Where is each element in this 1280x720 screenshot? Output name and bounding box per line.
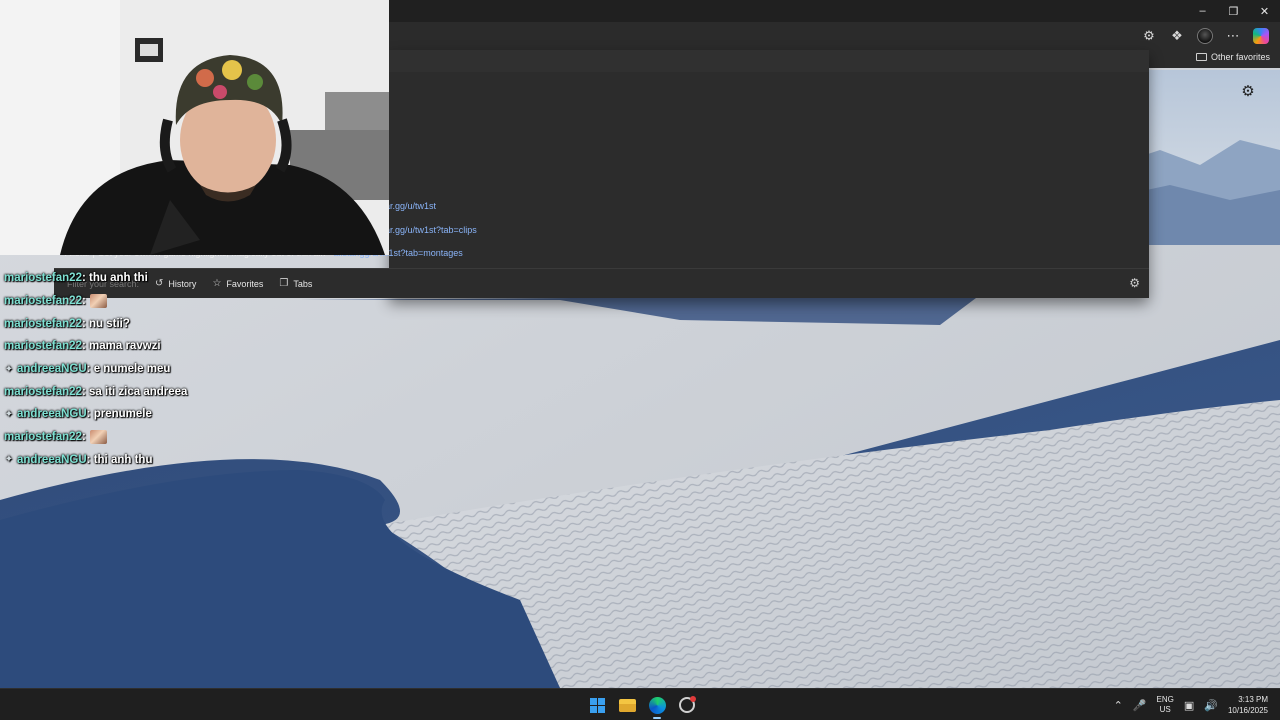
chat-message: mariostefan22:	[4, 290, 364, 313]
chat-message: mariostefan22: thu anh thi	[4, 272, 148, 285]
chat-text: thu anh thi	[89, 272, 148, 285]
emote-icon	[89, 430, 107, 445]
chat-username: mariostefan22	[4, 295, 82, 308]
chat-username: mariostefan22	[4, 385, 82, 398]
clock-time: 3:13 PM	[1238, 695, 1268, 704]
chat-message: ✦ andreeaNGU: thi anh thu	[4, 453, 153, 466]
clock[interactable]: 3:13 PM 10/16/2025	[1228, 694, 1268, 716]
microphone-icon[interactable]: 🎤	[1133, 699, 1147, 712]
minimize-icon[interactable]: –	[1187, 0, 1218, 22]
region-code: US	[1159, 705, 1171, 714]
emote-icon	[89, 294, 107, 309]
dropdown-settings-icon[interactable]: ⚙	[1129, 276, 1140, 290]
running-indicator	[653, 717, 661, 719]
chat-username: andreeaNGU	[17, 363, 87, 376]
browser-titlebar: – ❐ ✕	[389, 0, 1280, 22]
webcam-image	[0, 0, 389, 255]
chat-username: mariostefan22	[4, 340, 82, 353]
chat-message: ✦ andreeaNGU: e numele meu	[4, 363, 171, 376]
profile-avatar[interactable]	[1194, 26, 1216, 46]
restore-icon[interactable]: ❐	[1218, 0, 1249, 22]
network-icon[interactable]: ▣	[1184, 699, 1194, 712]
chat-overlay: mariostefan22: thu anh thi mariostefan22…	[4, 267, 364, 471]
window-controls: – ❐ ✕	[1187, 0, 1280, 22]
user-badge-icon: ✦	[4, 363, 14, 375]
chevron-up-icon[interactable]: ⌃	[1114, 699, 1123, 712]
chat-text: mama ravwzi	[89, 340, 161, 353]
page-settings-gear-icon[interactable]: ⚙	[1239, 82, 1257, 100]
user-badge-icon: ✦	[4, 408, 14, 420]
taskbar: ⌃ 🎤 ENG US ▣ 🔊 3:13 PM 10/16/2025	[0, 688, 1280, 720]
file-explorer-icon[interactable]	[616, 694, 638, 716]
chat-username: mariostefan22	[4, 272, 82, 285]
more-icon[interactable]: ⋯	[1222, 26, 1244, 46]
chat-username: mariostefan22	[4, 317, 82, 330]
suggestion-link[interactable]: ar.gg/u/tw1st?tab=clips	[385, 225, 477, 235]
suggestion-link[interactable]: ar.gg/u/tw1st	[385, 201, 436, 211]
language-indicator[interactable]: ENG US	[1157, 695, 1174, 715]
chat-message: mariostefan22: sa iti zica andreea	[4, 385, 188, 398]
clock-date: 10/16/2025	[1227, 706, 1268, 715]
windows-start-icon[interactable]	[586, 694, 608, 716]
chat-text: e numele meu	[93, 363, 171, 376]
chat-message: mariostefan22: mama ravwzi	[4, 340, 161, 353]
notification-dot	[690, 696, 696, 702]
collections-icon[interactable]: ❖	[1166, 26, 1188, 46]
extensions-icon[interactable]: ⚙	[1138, 26, 1160, 46]
chat-username: andreeaNGU	[17, 408, 87, 421]
volume-icon[interactable]: 🔊	[1204, 699, 1218, 712]
chat-username: andreeaNGU	[17, 453, 87, 466]
close-icon[interactable]: ✕	[1249, 0, 1280, 22]
chat-text: sa iti zica andreea	[89, 385, 188, 398]
chat-message: mariostefan22:	[4, 426, 364, 449]
user-badge-icon: ✦	[4, 454, 14, 466]
chat-message: mariostefan22: nu stii?	[4, 317, 130, 330]
app-icon[interactable]	[676, 694, 698, 716]
browser-toolbar: ⚙ ❖ ⋯	[389, 22, 1280, 50]
dropdown-header	[389, 50, 1149, 72]
chat-text: prenumele	[93, 408, 152, 421]
copilot-icon[interactable]	[1250, 26, 1272, 46]
chat-username: mariostefan22	[4, 431, 82, 444]
chat-text: thi anh thu	[93, 453, 153, 466]
language-code: ENG	[1156, 695, 1174, 704]
chat-message: ✦ andreeaNGU: prenumele	[4, 408, 152, 421]
edge-icon[interactable]	[646, 694, 668, 719]
folder-icon	[1195, 53, 1207, 61]
system-tray: ⌃ 🎤 ENG US ▣ 🔊 3:13 PM 10/16/2025	[1114, 689, 1268, 720]
address-bar-dropdown: ar.gg/u/tw1st ar.gg/u/tw1st?tab=clips Al…	[54, 50, 1149, 298]
chat-text: nu stii?	[89, 317, 130, 330]
taskbar-apps	[586, 694, 698, 719]
other-favorites-button[interactable]: Other favorites	[1195, 52, 1270, 62]
other-favorites-label: Other favorites	[1210, 52, 1270, 62]
webcam-overlay	[0, 0, 389, 255]
